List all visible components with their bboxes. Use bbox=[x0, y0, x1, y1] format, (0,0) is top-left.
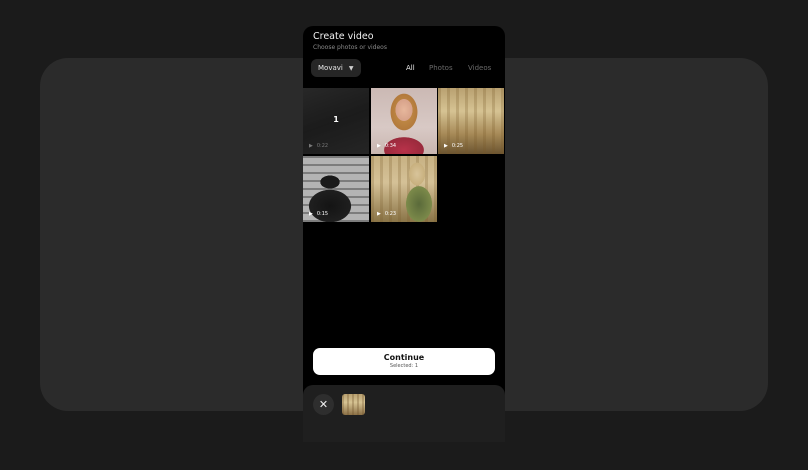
duration-label: 0:34 bbox=[384, 143, 397, 149]
duration-label: 0:23 bbox=[384, 211, 397, 217]
play-icon: ▶ bbox=[444, 143, 448, 149]
page-subtitle: Choose photos or videos bbox=[313, 44, 387, 51]
media-tile[interactable]: ▶ 0:23 bbox=[371, 156, 437, 222]
duration-label: 0:22 bbox=[316, 143, 329, 149]
continue-button[interactable]: Continue Selected: 1 bbox=[313, 348, 495, 375]
play-icon: ▶ bbox=[309, 211, 313, 217]
duration-label: 0:15 bbox=[316, 211, 329, 217]
media-tile[interactable]: ▶ 0:25 bbox=[438, 88, 504, 154]
selection-tray: ✕ bbox=[303, 385, 505, 442]
selected-count: Selected: 1 bbox=[389, 363, 419, 369]
video-duration: ▶ 0:25 bbox=[444, 143, 463, 149]
play-icon: ▶ bbox=[377, 211, 381, 217]
media-tile[interactable]: ▶ 0:15 bbox=[303, 156, 369, 222]
tab-photos[interactable]: Photos bbox=[429, 64, 453, 72]
tab-videos[interactable]: Videos bbox=[468, 64, 491, 72]
media-grid: 1 ▶ 0:22 ▶ 0:34 ▶ 0:25 ▶ 0:15 ▶ 0:23 bbox=[303, 88, 505, 222]
selected-thumbnail[interactable] bbox=[342, 394, 365, 415]
video-duration: ▶ 0:15 bbox=[309, 211, 328, 217]
video-duration: ▶ 0:34 bbox=[377, 143, 396, 149]
media-filter-tabs: All Photos Videos bbox=[303, 64, 505, 74]
play-icon: ▶ bbox=[309, 143, 313, 149]
duration-label: 0:25 bbox=[451, 143, 464, 149]
video-duration: ▶ 0:23 bbox=[377, 211, 396, 217]
media-tile[interactable]: 1 ▶ 0:22 bbox=[303, 88, 369, 154]
close-icon: ✕ bbox=[318, 398, 329, 411]
clear-selection-button[interactable]: ✕ bbox=[313, 394, 334, 415]
phone-screen: Create video Choose photos or videos Mov… bbox=[303, 26, 505, 442]
video-duration: ▶ 0:22 bbox=[309, 143, 328, 149]
tab-all[interactable]: All bbox=[406, 64, 415, 72]
play-icon: ▶ bbox=[377, 143, 381, 149]
media-tile[interactable]: ▶ 0:34 bbox=[371, 88, 437, 154]
continue-label: Continue bbox=[383, 353, 425, 362]
page-title: Create video bbox=[313, 31, 374, 42]
header: Create video Choose photos or videos bbox=[313, 31, 387, 52]
selection-number: 1 bbox=[333, 115, 339, 124]
